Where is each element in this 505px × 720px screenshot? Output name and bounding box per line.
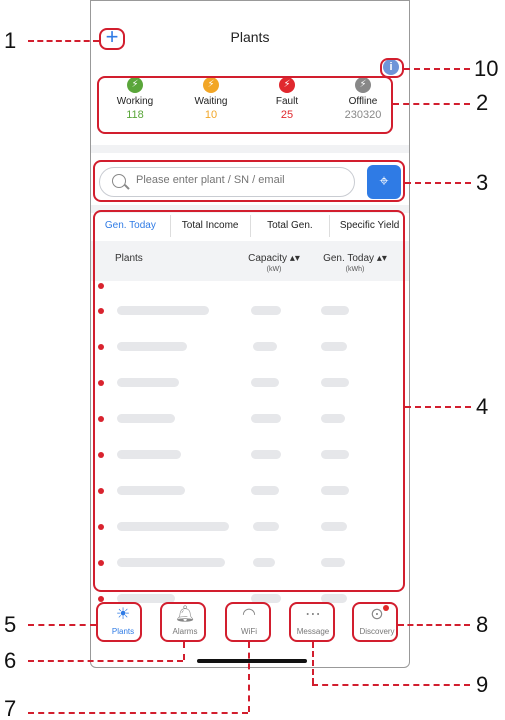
leader-line-7	[28, 712, 248, 714]
header: + Plants i	[91, 1, 409, 75]
divider	[91, 145, 409, 153]
callout-7: 7	[4, 696, 17, 720]
leader-line-10	[404, 68, 470, 70]
highlight-box-3	[93, 160, 405, 202]
leader-line-8	[398, 624, 470, 626]
leader-line-9	[312, 684, 470, 686]
highlight-box-9	[289, 602, 335, 642]
leader-line-9-v	[312, 642, 314, 684]
callout-5: 5	[4, 612, 17, 637]
leader-line-4	[405, 406, 471, 408]
highlight-box-4	[93, 210, 405, 592]
leader-line-2	[393, 103, 470, 105]
leader-line-6-v	[183, 642, 185, 660]
leader-line-6	[28, 660, 183, 662]
callout-6: 6	[4, 648, 17, 673]
callout-2: 2	[476, 90, 489, 115]
callout-9: 9	[476, 672, 489, 697]
highlight-box-6	[160, 602, 206, 642]
highlight-box-8	[352, 602, 398, 642]
home-indicator	[197, 659, 307, 663]
callout-1: 1	[4, 28, 17, 53]
leader-line-7-v	[248, 642, 250, 712]
leader-line-5	[28, 624, 96, 626]
leader-line-1	[28, 40, 99, 42]
highlight-box-5	[96, 602, 142, 642]
leader-line-3	[405, 182, 471, 184]
callout-4: 4	[476, 394, 489, 419]
highlight-box-7	[225, 602, 271, 642]
callout-3: 3	[476, 170, 489, 195]
highlight-box-2	[97, 76, 393, 134]
highlight-box-1	[99, 28, 125, 50]
callout-8: 8	[476, 612, 489, 637]
page-title: Plants	[230, 29, 270, 45]
callout-10: 10	[474, 56, 499, 81]
highlight-box-10	[380, 58, 404, 78]
